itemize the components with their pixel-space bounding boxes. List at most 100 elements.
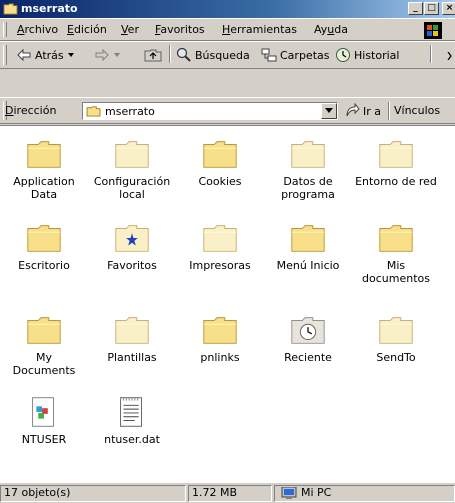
folder-light-icon (115, 141, 149, 168)
folders-label: Carpetas (280, 48, 330, 62)
file-item-label: NTUSER (21, 433, 67, 446)
file-item-label: Favoritos (107, 259, 157, 272)
go-label: Ir a (363, 104, 382, 118)
file-item-label: My Documents (12, 351, 76, 377)
file-item[interactable]: NTUSER (0, 394, 88, 466)
menu-favoritos[interactable]: Favoritos (155, 23, 205, 36)
close-button[interactable]: × (442, 2, 455, 15)
menu-edicion[interactable]: Edición (67, 23, 107, 36)
dropdown-arrow-icon[interactable] (113, 51, 121, 59)
links-label[interactable]: Vínculos (394, 104, 440, 117)
search-button[interactable]: Búsqueda (176, 45, 250, 65)
folder-icon (86, 106, 101, 117)
title-bar[interactable]: mserrato _ □ × (0, 0, 455, 18)
folders-tree-icon (261, 48, 277, 62)
folder-light-icon (379, 141, 413, 168)
file-item-label: ntuser.dat (104, 433, 160, 446)
file-item[interactable]: My Documents (0, 312, 88, 384)
search-icon (176, 47, 191, 62)
file-item-label: Cookies (198, 175, 242, 188)
my-computer-icon (281, 487, 297, 499)
folder-light-icon (115, 317, 149, 344)
file-item[interactable]: Plantillas (88, 312, 176, 384)
minimize-button[interactable]: _ (408, 2, 423, 15)
toolbar-grip[interactable] (3, 45, 7, 65)
explorer-window: mserrato _ □ × Archivo Edición Ver Favor… (0, 0, 455, 503)
window-title: mserrato (21, 2, 78, 15)
menu-herramientas[interactable]: Herramientas (222, 23, 297, 36)
favorites-folder-icon (115, 225, 149, 252)
windows-logo-icon (424, 22, 442, 39)
folders-button[interactable]: Carpetas (261, 45, 329, 65)
status-object-count: 17 objeto(s) (0, 485, 186, 502)
file-item[interactable]: ntuser.dat (88, 394, 176, 466)
up-folder-icon (144, 49, 162, 62)
menu-ver[interactable]: Ver (121, 23, 139, 36)
file-item[interactable]: Cookies (176, 136, 264, 208)
menubar-grip[interactable] (3, 22, 7, 37)
dropdown-arrow-icon[interactable] (67, 51, 75, 59)
file-item[interactable]: Entorno de red (352, 136, 440, 208)
menu-archivo[interactable]: Archivo (17, 23, 58, 36)
address-label: Dirección (5, 104, 57, 117)
history-button[interactable]: Historial (335, 45, 399, 65)
toolbar-separator (430, 45, 432, 63)
folder-light-icon (203, 225, 237, 252)
folder-icon (291, 225, 325, 252)
file-item[interactable]: Configuración local (88, 136, 176, 208)
dropdown-arrow-icon (325, 108, 333, 113)
file-item-label: Mis documentos (362, 259, 430, 285)
file-item[interactable]: SendTo (352, 312, 440, 384)
history-label: Historial (354, 48, 400, 62)
recent-folder-icon (291, 317, 325, 344)
address-input[interactable]: mserrato (82, 102, 338, 120)
file-item[interactable]: pnlinks (176, 312, 264, 384)
folder-icon (203, 141, 237, 168)
file-item-label: Impresoras (189, 259, 251, 272)
file-item[interactable]: Impresoras (176, 220, 264, 292)
file-item[interactable]: Mis documentos (352, 220, 440, 292)
search-label: Búsqueda (195, 48, 250, 62)
address-value: mserrato (105, 105, 155, 118)
file-item-label: Menú Inicio (276, 259, 340, 272)
file-item[interactable]: Application Data (0, 136, 88, 208)
file-item[interactable]: Favoritos (88, 220, 176, 292)
forward-button[interactable] (94, 45, 121, 65)
address-dropdown-button[interactable] (321, 103, 337, 119)
file-item-label: Plantillas (107, 351, 157, 364)
status-zone: Mi PC (274, 485, 455, 502)
file-item-label: Entorno de red (355, 175, 437, 188)
file-list-pane[interactable]: Application Data Configuración local Cooki… (0, 125, 455, 483)
file-item[interactable]: Datos de programa (264, 136, 352, 208)
folder-icon (379, 225, 413, 252)
address-bar: Dirección mserrato Ir a Vínculos (0, 97, 455, 124)
folder-icon (27, 225, 61, 252)
up-folder-button[interactable] (144, 45, 162, 65)
file-item-label: Application Data (13, 175, 75, 201)
maximize-button[interactable]: □ (424, 2, 439, 15)
folder-icon (3, 3, 18, 15)
menu-ayuda[interactable]: Ayuda (314, 23, 348, 36)
folder-icon (203, 317, 237, 344)
status-size: 1.72 MB (188, 485, 272, 502)
file-item-label: Reciente (284, 351, 332, 364)
forward-arrow-icon (95, 48, 109, 62)
folder-light-icon (291, 141, 325, 168)
file-item-label: SendTo (376, 351, 416, 364)
file-item[interactable]: Menú Inicio (264, 220, 352, 292)
back-button[interactable]: Atrás (16, 45, 75, 65)
text-document-icon (120, 397, 142, 427)
chevron-right-icon[interactable] (447, 52, 453, 60)
back-arrow-icon (17, 48, 31, 62)
back-label: Atrás (35, 48, 64, 62)
menu-bar: Archivo Edición Ver Favoritos Herramient… (0, 18, 455, 41)
toolbar-separator (388, 102, 390, 120)
registry-file-icon (32, 397, 54, 427)
file-item[interactable]: Escritorio (0, 220, 88, 292)
folder-light-icon (379, 317, 413, 344)
history-icon (336, 48, 350, 62)
folder-icon (27, 141, 61, 168)
file-item[interactable]: Reciente (264, 312, 352, 384)
toolbar-separator (169, 45, 171, 63)
go-button[interactable]: Ir a (344, 101, 381, 121)
